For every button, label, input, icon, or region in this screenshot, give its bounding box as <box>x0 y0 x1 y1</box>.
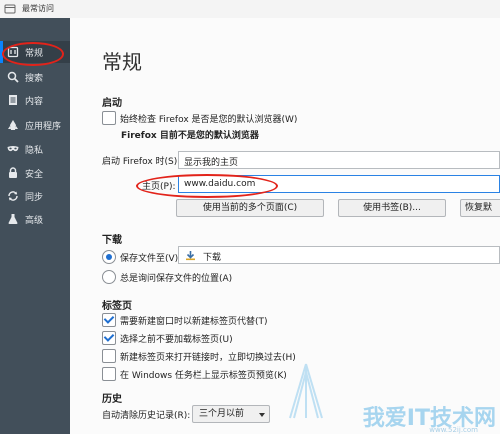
tabs-heading: 标签页 <box>102 301 132 312</box>
sidebar-item-label: 搜索 <box>25 74 44 84</box>
always-ask-label: 总是询问保存文件的位置(A) <box>120 274 233 284</box>
sidebar-item-label: 同步 <box>25 193 44 203</box>
sidebar-item-label: 安全 <box>25 170 44 180</box>
tabs-option-label: 在 Windows 任务栏上显示标签页预览(K) <box>120 371 287 381</box>
when-starts-select[interactable]: 显示我的主页 <box>178 151 500 169</box>
sidebar-item-content[interactable]: 内容 <box>0 89 70 111</box>
download-folder-icon <box>186 251 195 261</box>
always-ask-row[interactable]: 总是询问保存文件的位置(A) <box>102 269 302 285</box>
window-titlebar: 最常访问 <box>0 0 500 19</box>
tabs-option-label: 选择之前不要加载标签页(U) <box>120 335 233 345</box>
tabs-option-label: 需要新建窗口时以新建标签页代替(T) <box>120 317 268 327</box>
always-ask-radio[interactable] <box>102 270 116 284</box>
history-heading: 历史 <box>102 394 122 405</box>
search-icon <box>7 71 19 83</box>
annotation-oval-homepage <box>136 174 278 198</box>
sidebar-item-label: 应用程序 <box>25 122 62 132</box>
window-title: 最常访问 <box>22 4 54 13</box>
sidebar-item-search[interactable]: 搜索 <box>0 66 70 88</box>
startup-heading: 启动 <box>102 98 122 109</box>
tabs-option-row[interactable]: 选择之前不要加载标签页(U) <box>102 330 362 346</box>
history-remember-label: 自动清除历史记录(R): <box>102 411 191 421</box>
watermark-url: www.52ij.com <box>429 426 478 434</box>
sidebar-item-label: 隐私 <box>25 146 44 156</box>
tabs-option-label: 新建标签页来打开链接时，立即切换过去(H) <box>120 353 296 363</box>
content-icon <box>9 95 17 105</box>
downloads-heading: 下载 <box>102 235 122 246</box>
applications-icon <box>8 120 18 130</box>
sidebar-item-advanced[interactable]: 高级 <box>0 208 70 230</box>
annotation-oval-general <box>2 42 64 66</box>
chevron-down-icon <box>259 413 265 417</box>
advanced-icon <box>8 214 18 224</box>
history-remember-select[interactable]: 三个月以前 <box>192 405 270 423</box>
dont-load-tabs-checkbox[interactable] <box>102 331 116 345</box>
privacy-mask-icon <box>7 146 19 152</box>
watermark-figure-icon <box>289 363 323 419</box>
not-default-notice: Firefox 目前不是您的默认浏览器 <box>121 131 259 141</box>
use-current-pages-button[interactable]: 使用当前的多个页面(C) <box>176 199 324 217</box>
sidebar-item-applications[interactable]: 应用程序 <box>0 114 70 136</box>
default-browser-checkbox[interactable] <box>102 111 116 125</box>
firefox-tab-icon <box>4 4 16 14</box>
history-remember-value: 三个月以前 <box>199 409 245 419</box>
sidebar-item-label: 高级 <box>25 216 44 226</box>
sidebar-item-privacy[interactable]: 隐私 <box>0 138 70 160</box>
save-to-label: 保存文件至(V) <box>120 254 179 264</box>
page-title: 常规 <box>102 50 142 74</box>
sidebar-item-label: 内容 <box>25 97 44 107</box>
use-bookmark-button[interactable]: 使用书签(B)... <box>338 199 446 217</box>
sidebar-item-sync[interactable]: 同步 <box>0 185 70 207</box>
save-to-radio[interactable] <box>102 250 116 264</box>
preferences-pane: 常规 启动 始终检查 Firefox 是否是您的默认浏览器(W) Firefox… <box>70 18 500 434</box>
taskbar-previews-checkbox[interactable] <box>102 367 116 381</box>
default-browser-check-row[interactable]: 始终检查 Firefox 是否是您的默认浏览器(W) <box>102 110 500 126</box>
sync-icon <box>8 191 18 201</box>
restore-default-button[interactable]: 恢复默 <box>460 199 500 217</box>
when-starts-value: 显示我的主页 <box>184 158 239 168</box>
tabs-option-row[interactable]: 需要新建窗口时以新建标签页代替(T) <box>102 312 362 328</box>
when-starts-label: 启动 Firefox 时(S): <box>102 157 181 167</box>
switch-to-new-tab-checkbox[interactable] <box>102 349 116 363</box>
sidebar-item-security[interactable]: 安全 <box>0 162 70 184</box>
lock-icon <box>9 167 17 178</box>
sidebar: 常规 搜索 内容 应用程序 隐私 安全 同步 高级 <box>0 18 70 434</box>
download-folder-value: 下载 <box>203 253 222 263</box>
download-folder-field[interactable]: 下载 <box>178 246 500 264</box>
default-browser-label: 始终检查 Firefox 是否是您的默认浏览器(W) <box>120 115 298 125</box>
open-new-windows-in-tab-checkbox[interactable] <box>102 313 116 327</box>
